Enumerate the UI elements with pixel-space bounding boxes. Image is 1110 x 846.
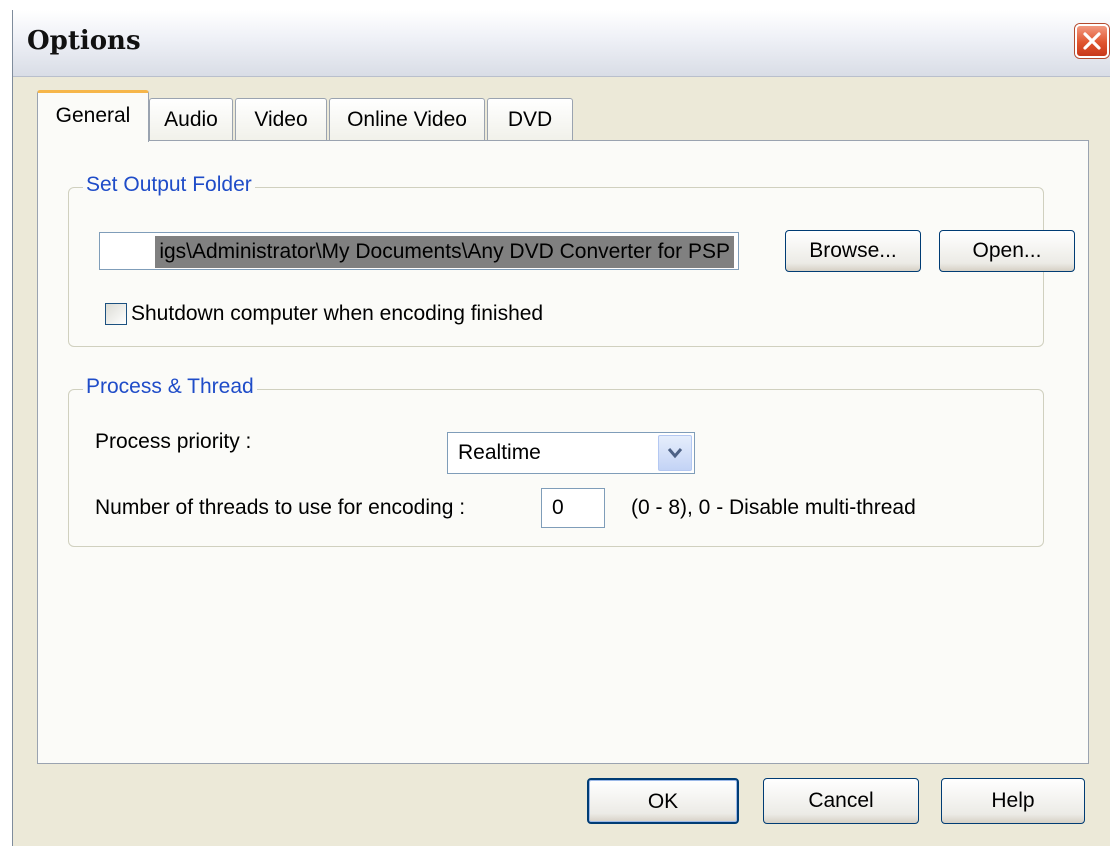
ok-button[interactable]: OK (587, 778, 739, 824)
output-path-text: igs\Administrator\My Documents\Any DVD C… (155, 236, 734, 268)
general-tab-panel: Set Output Folder igs\Administrator\My D… (37, 140, 1089, 764)
tab-online-video-label: Online Video (347, 108, 467, 131)
shutdown-label[interactable]: Shutdown computer when encoding finished (131, 302, 543, 326)
output-path-field[interactable]: igs\Administrator\My Documents\Any DVD C… (99, 232, 739, 270)
process-thread-group: Process & Thread Process priority : Real… (68, 375, 1044, 547)
browse-button-label: Browse... (809, 239, 897, 262)
help-button-label: Help (991, 789, 1035, 812)
process-thread-legend: Process & Thread (83, 375, 257, 399)
tab-video-label: Video (254, 108, 308, 131)
output-folder-group: Set Output Folder igs\Administrator\My D… (68, 173, 1075, 347)
tab-audio-label: Audio (164, 108, 218, 131)
tab-video[interactable]: Video (235, 98, 327, 140)
shutdown-checkbox[interactable] (105, 303, 127, 325)
window-title: Options (27, 26, 141, 56)
output-folder-legend: Set Output Folder (83, 173, 255, 197)
tab-audio[interactable]: Audio (149, 98, 233, 140)
dropdown-arrow-button[interactable] (658, 435, 692, 471)
threads-label: Number of threads to use for encoding : (95, 496, 466, 519)
open-button-label: Open... (972, 239, 1042, 262)
tab-general-label: General (55, 104, 131, 127)
process-priority-label: Process priority : (95, 430, 252, 453)
close-button[interactable] (1075, 24, 1109, 58)
threads-input[interactable]: 0 (541, 488, 605, 528)
process-priority-value: Realtime (458, 441, 541, 464)
ok-button-label: OK (647, 790, 679, 813)
help-button[interactable]: Help (941, 778, 1085, 824)
cancel-button-label: Cancel (808, 789, 874, 812)
chevron-down-icon (667, 448, 683, 459)
cancel-button[interactable]: Cancel (763, 778, 919, 824)
close-x-icon (1083, 32, 1101, 50)
tab-general[interactable]: General (37, 90, 149, 142)
tab-dvd-label: DVD (507, 108, 553, 131)
browse-button[interactable]: Browse... (785, 230, 921, 272)
options-dialog: Options General Audio Video Online Video… (12, 10, 1110, 846)
tab-online-video[interactable]: Online Video (329, 98, 485, 140)
open-button[interactable]: Open... (939, 230, 1075, 272)
title-bar[interactable]: Options (13, 10, 1110, 77)
threads-hint: (0 - 8), 0 - Disable multi-thread (631, 496, 916, 519)
process-priority-select[interactable]: Realtime (447, 432, 695, 474)
tab-dvd[interactable]: DVD (487, 98, 573, 140)
